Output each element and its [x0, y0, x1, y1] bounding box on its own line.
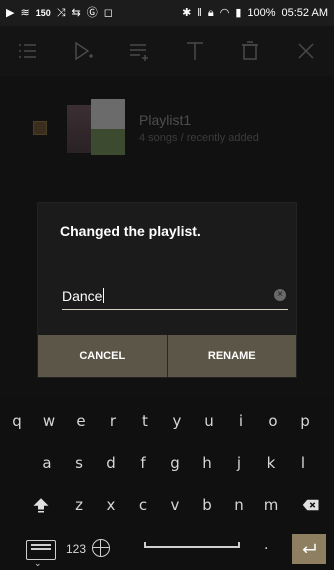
toolbar: [0, 26, 334, 76]
period-key[interactable]: .: [264, 536, 268, 554]
repeat-icon: ⇆: [71, 6, 81, 19]
checkbox[interactable]: [33, 121, 47, 135]
key-row-bottom: ⌄ 123 .: [0, 530, 334, 570]
clear-text-icon[interactable]: ×: [274, 289, 286, 301]
key-y[interactable]: y: [164, 406, 190, 436]
globe-icon[interactable]: [92, 539, 110, 557]
playlist-name-input[interactable]: Dance ×: [62, 287, 288, 310]
key-u[interactable]: u: [196, 406, 222, 436]
window-icon: ◻: [103, 6, 113, 19]
clock: 05:52 AM: [281, 7, 328, 19]
key-m[interactable]: m: [258, 490, 284, 520]
key-r[interactable]: r: [100, 406, 126, 436]
backspace-key[interactable]: [298, 490, 324, 520]
checklist-icon[interactable]: [14, 37, 42, 65]
key-row-1: q w e r t y u i o p: [0, 406, 334, 436]
signal-label: 150: [35, 7, 51, 18]
key-z[interactable]: z: [66, 490, 92, 520]
equalizer-icon: ‖: [197, 6, 202, 19]
battery-percent: 100%: [247, 7, 276, 19]
trash-icon[interactable]: [236, 37, 264, 65]
close-icon[interactable]: [292, 37, 320, 65]
backspace-icon: [302, 499, 319, 511]
space-bar[interactable]: [144, 542, 240, 548]
key-e[interactable]: e: [68, 406, 94, 436]
eq-icon: Ⓖ: [86, 6, 98, 19]
key-a[interactable]: a: [34, 448, 60, 478]
key-g[interactable]: g: [162, 448, 188, 478]
key-k[interactable]: k: [258, 448, 284, 478]
key-x[interactable]: x: [98, 490, 124, 520]
status-bar: ▶ ≋ 150 ⤨ ⇆ Ⓖ ◻ ✱ ‖ 🔒︎ ◠ ▮ 100% 05:52 AM: [0, 0, 334, 26]
shift-key[interactable]: [28, 490, 54, 520]
key-b[interactable]: b: [194, 490, 220, 520]
key-s[interactable]: s: [66, 448, 92, 478]
key-h[interactable]: h: [194, 448, 220, 478]
input-value: Dance: [62, 288, 103, 304]
key-row-2: a s d f g h j k l: [0, 448, 334, 478]
enter-icon: [302, 543, 316, 554]
numbers-key[interactable]: 123: [66, 542, 86, 556]
cancel-button[interactable]: CANCEL: [38, 335, 167, 377]
dialog-title: Changed the playlist.: [60, 223, 201, 239]
key-o[interactable]: o: [260, 406, 286, 436]
key-d[interactable]: d: [98, 448, 124, 478]
wifi-icon: ◠: [219, 6, 230, 19]
play-icon: ▶: [6, 6, 15, 19]
rename-dialog: Changed the playlist. Dance × CANCEL REN…: [38, 203, 296, 377]
rename-text-icon[interactable]: [181, 37, 209, 65]
add-to-queue-icon[interactable]: [125, 37, 153, 65]
rename-button[interactable]: RENAME: [166, 335, 296, 377]
playlist-subtitle: 4 songs / recently added: [139, 132, 259, 144]
playlist-title: Playlist1: [139, 112, 192, 128]
key-row-3: z x c v b n m: [0, 490, 334, 520]
battery-icon: ▮: [235, 6, 242, 19]
shuffle-icon: ⤨: [56, 6, 66, 19]
key-t[interactable]: t: [132, 406, 158, 436]
text-cursor: [103, 288, 105, 303]
enter-key[interactable]: [292, 534, 326, 564]
key-i[interactable]: i: [228, 406, 254, 436]
wifi-direct-icon: ≋: [20, 6, 30, 19]
key-n[interactable]: n: [226, 490, 252, 520]
key-w[interactable]: w: [36, 406, 62, 436]
soft-keyboard: q w e r t y u i o p a s d f g h j k l z …: [0, 396, 334, 570]
shift-icon: [33, 498, 49, 513]
album-art-thumbnail: [67, 99, 125, 157]
key-v[interactable]: v: [162, 490, 188, 520]
keyboard-switch-icon[interactable]: [26, 540, 56, 560]
key-q[interactable]: q: [4, 406, 30, 436]
list-item[interactable]: Playlist1 4 songs / recently added: [0, 90, 334, 166]
key-l[interactable]: l: [290, 448, 316, 478]
key-p[interactable]: p: [292, 406, 318, 436]
chevron-down-icon: ⌄: [34, 558, 42, 568]
play-next-icon[interactable]: [69, 37, 97, 65]
key-f[interactable]: f: [130, 448, 156, 478]
bluetooth-icon: ✱: [182, 6, 192, 19]
key-j[interactable]: j: [226, 448, 252, 478]
key-c[interactable]: c: [130, 490, 156, 520]
lock-icon: 🔒︎: [207, 6, 214, 19]
